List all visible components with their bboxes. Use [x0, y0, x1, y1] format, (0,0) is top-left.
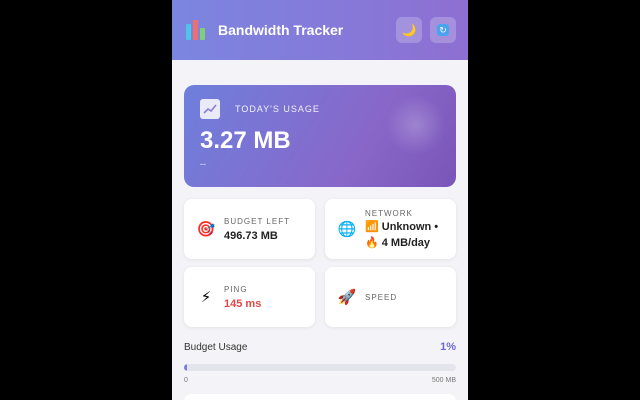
budget-progress-bar — [184, 364, 456, 371]
chart-trend-icon — [200, 99, 220, 119]
app-header: Bandwidth Tracker 🌙 ↻ — [172, 0, 468, 60]
stats-grid: 🎯 BUDGET LEFT 496.73 MB 🌐 NETWORK 📶 Unkn… — [184, 199, 456, 327]
rocket-icon: 🚀 — [337, 289, 357, 306]
globe-icon: 🌐 — [337, 221, 357, 238]
budget-min-label: 0 — [184, 377, 188, 384]
budget-progress-fill — [184, 364, 187, 371]
speed-card: 🚀 SPEED — [325, 267, 456, 327]
main-content: TODAY'S USAGE 3.27 MB -- 🎯 BUDGET LEFT 4… — [172, 60, 468, 384]
budget-usage-percent: 1% — [440, 341, 456, 353]
target-icon: 🎯 — [196, 221, 216, 238]
ping-label: PING — [224, 284, 248, 294]
network-label: NETWORK — [365, 208, 413, 218]
network-card: 🌐 NETWORK 📶 Unknown • 🔥 4 MB/day — [325, 199, 456, 259]
theme-toggle-button[interactable]: 🌙 — [396, 17, 422, 43]
speed-label: SPEED — [365, 292, 398, 302]
app-title: Bandwidth Tracker — [218, 22, 344, 38]
app-window: Bandwidth Tracker 🌙 ↻ TODAY'S USAGE 3.27… — [172, 0, 468, 400]
budget-usage-label: Budget Usage — [184, 341, 248, 353]
network-type-value: 📶 Unknown • — [365, 220, 439, 233]
moon-icon: 🌙 — [401, 23, 417, 37]
bar-chart-logo-icon — [186, 20, 206, 40]
budget-left-value: 496.73 MB — [224, 229, 278, 242]
lightning-icon: ⚡ — [200, 289, 212, 306]
budget-max-label: 500 MB — [431, 377, 456, 384]
todays-usage-card: TODAY'S USAGE 3.27 MB -- — [184, 85, 456, 187]
budget-left-card: 🎯 BUDGET LEFT 496.73 MB — [184, 199, 315, 259]
ping-value: 145 ms — [224, 297, 262, 310]
refresh-button[interactable]: ↻ — [430, 17, 456, 43]
refresh-icon: ↻ — [437, 24, 449, 36]
ping-card: ⚡ PING 145 ms — [184, 267, 315, 327]
todays-usage-label: TODAY'S USAGE — [235, 104, 320, 114]
todays-usage-subtext: -- — [200, 159, 206, 169]
budget-usage-header: Budget Usage 1% — [184, 341, 456, 353]
budget-scale-labels: 0 500 MB — [184, 377, 456, 384]
budget-left-label: BUDGET LEFT — [224, 216, 290, 226]
card-glow-decoration — [386, 95, 446, 155]
network-rate-value: 🔥 4 MB/day — [365, 236, 431, 249]
next-card-partial — [184, 394, 456, 400]
